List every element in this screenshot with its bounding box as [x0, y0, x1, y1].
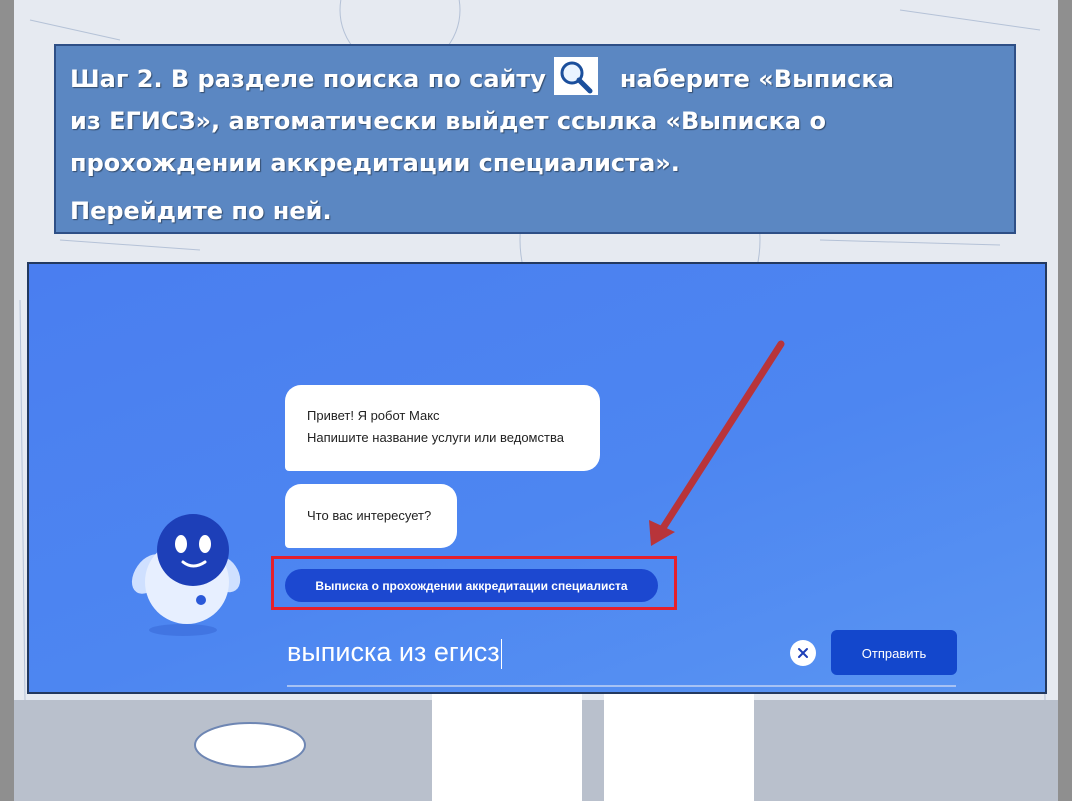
instruction-text-1b: наберите «Выписка	[619, 65, 894, 93]
search-input-underline	[287, 685, 956, 687]
instruction-line-4: Перейдите по ней.	[70, 197, 332, 225]
magnifier-icon	[553, 57, 598, 95]
instruction-panel: Шаг 2. В разделе поиска по сайту наберите…	[54, 44, 1016, 234]
question-text: Что вас интересует?	[307, 508, 432, 523]
instruction-line-2: из ЕГИСЗ», автоматически выйдет ссылка «…	[70, 107, 826, 135]
instruction-text-1a: Шаг 2. В разделе поиска по сайту	[70, 65, 546, 93]
instruction-line-3: прохождении аккредитации специалиста».	[70, 149, 680, 177]
close-icon	[798, 648, 808, 658]
greeting-line-1: Привет! Я робот Макс	[307, 408, 440, 423]
text-caret	[500, 638, 502, 669]
send-button[interactable]: Отправить	[831, 630, 957, 675]
search-input-value: выписка из егисз	[287, 637, 500, 667]
chat-screenshot: Привет! Я робот Макс Напишите название у…	[27, 262, 1047, 694]
search-input[interactable]: выписка из егисз	[287, 632, 502, 672]
bot-greeting-bubble: Привет! Я робот Макс Напишите название у…	[285, 385, 600, 471]
bot-question-bubble: Что вас интересует?	[285, 484, 457, 548]
robot-avatar	[131, 514, 241, 636]
instruction-line-1: Шаг 2. В разделе поиска по сайту наберите…	[70, 57, 1000, 100]
suggestion-link-button[interactable]: Выписка о прохождении аккредитации специ…	[285, 569, 658, 602]
greeting-line-2: Напишите название услуги или ведомства	[307, 430, 564, 445]
clear-button[interactable]	[790, 640, 816, 666]
